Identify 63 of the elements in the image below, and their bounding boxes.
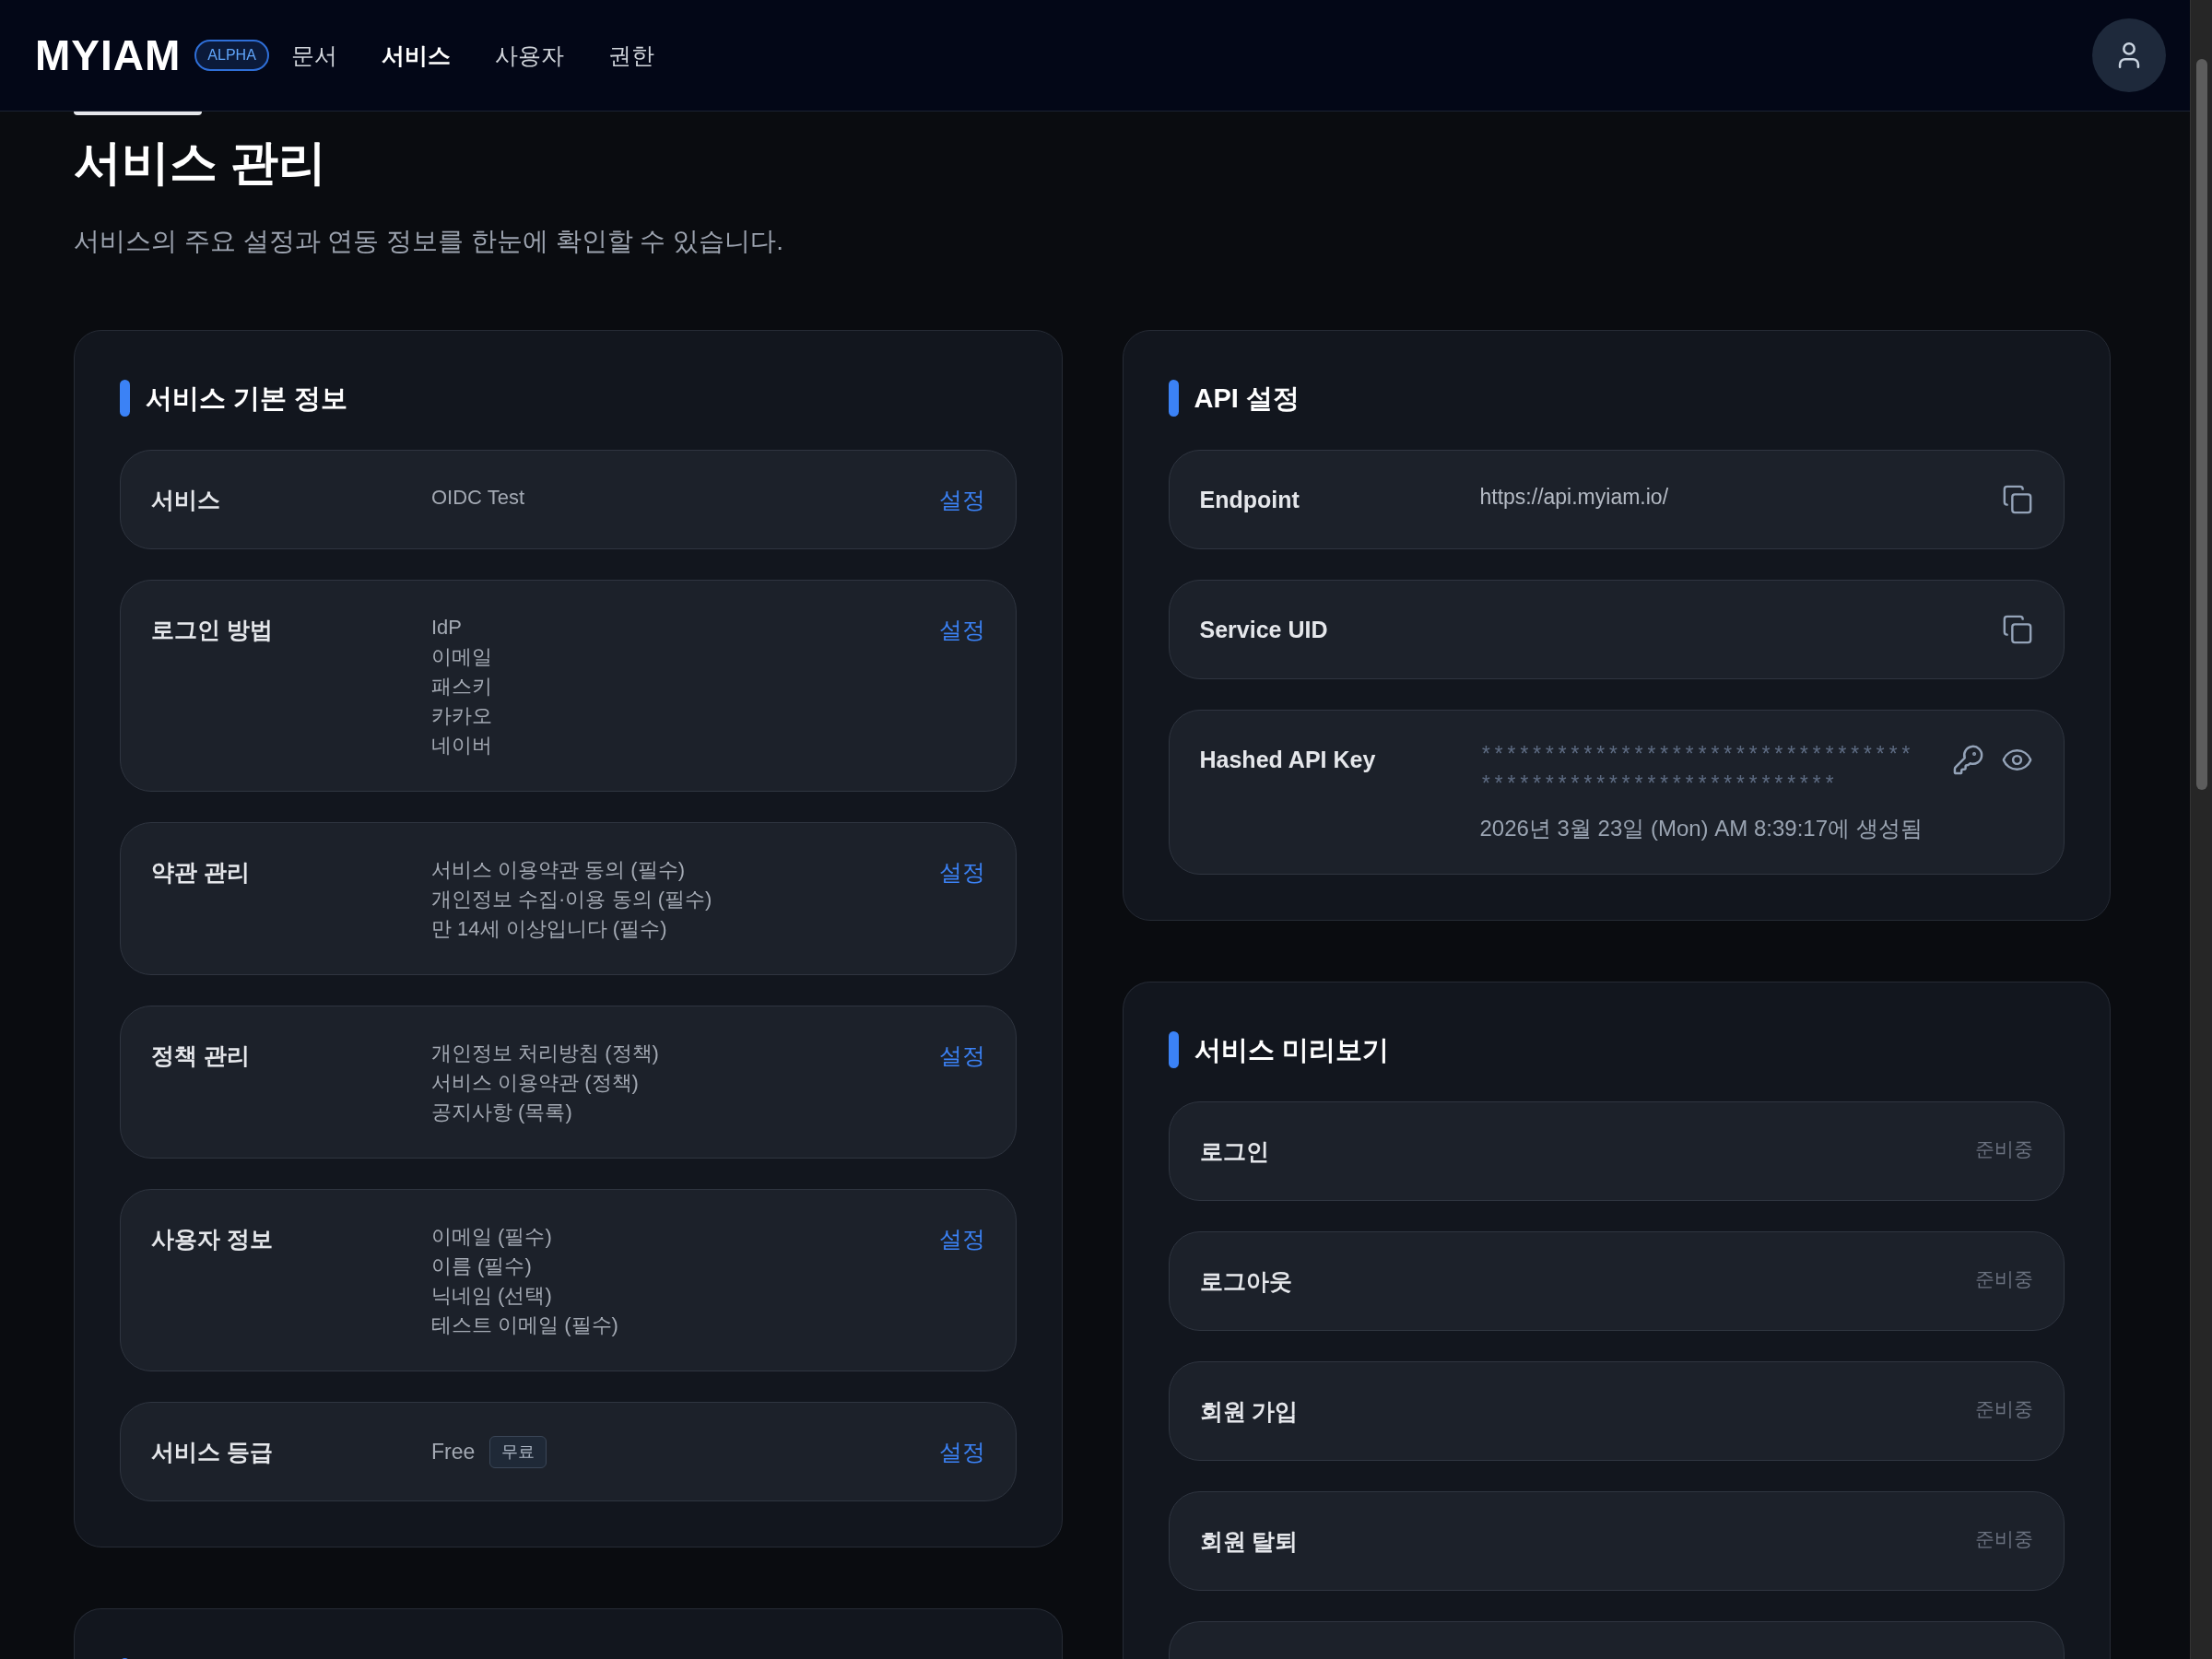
key-icon xyxy=(1952,743,1984,776)
row-label: 회원 탈퇴 xyxy=(1199,1527,1299,1556)
row-value: OIDC Test xyxy=(431,485,525,511)
card-title: 서비스 기본 정보 xyxy=(146,382,348,415)
row-value: IdP xyxy=(431,615,463,641)
row-value: 카카오 xyxy=(431,703,492,729)
row-value: 공지사항 (목록) xyxy=(431,1100,572,1125)
row-value: 개인정보 처리방침 (정책) xyxy=(431,1041,659,1066)
row-label: 회원 가입 xyxy=(1199,1397,1299,1426)
key-button[interactable] xyxy=(1952,743,1984,776)
row-value: 이메일 xyxy=(431,644,492,670)
copy-icon xyxy=(2002,614,2033,645)
settings-link[interactable]: 설정 xyxy=(938,1433,985,1470)
row-label: 사용자 정보 xyxy=(151,1225,273,1253)
logo-link[interactable]: MYIAM xyxy=(35,32,182,78)
accent-bar-icon xyxy=(1168,380,1179,417)
status-text: 준비중 xyxy=(1975,1397,2033,1421)
row-label: Service UID xyxy=(1199,616,1328,644)
card-title: 서비스 미리보기 xyxy=(1194,1034,1389,1066)
row-label: 로그인 xyxy=(1199,1137,1269,1166)
accent-bar-icon xyxy=(120,380,130,417)
page-subtitle: 서비스의 주요 설정과 연동 정보를 한눈에 확인할 수 있습니다. xyxy=(74,226,784,257)
settings-link[interactable]: 설정 xyxy=(938,1037,985,1074)
copy-icon xyxy=(2002,484,2033,515)
created-date: 2026년 3월 23일 (Mon) AM 8:39:17에 생성됨 xyxy=(1479,815,1923,842)
row-value: 만 14세 이상입니다 (필수) xyxy=(431,916,667,942)
row-value: Free xyxy=(431,1439,476,1465)
row-value: 닉네임 (선택) xyxy=(431,1283,552,1309)
settings-link[interactable]: 설정 xyxy=(938,853,985,890)
row-label: 약관 관리 xyxy=(151,858,250,887)
nav-link[interactable]: 문서 xyxy=(290,39,337,72)
row-label: 정책 관리 xyxy=(151,1041,250,1070)
settings-link[interactable]: 설정 xyxy=(938,611,985,648)
row-label: 서비스 xyxy=(151,486,220,514)
row-value: 서비스 이용약관 동의 (필수) xyxy=(431,857,685,883)
status-text: 준비중 xyxy=(1975,1527,2033,1551)
row-value: 이름 (필수) xyxy=(431,1253,532,1279)
row-value: 개인정보 수집·이용 동의 (필수) xyxy=(431,887,712,912)
alpha-badge: ALPHA xyxy=(194,40,269,71)
status-text: 준비중 xyxy=(1975,1137,2033,1161)
nav-link[interactable]: 서비스 xyxy=(381,39,451,72)
settings-link[interactable]: 설정 xyxy=(938,481,985,518)
row-value: 이메일 (필수) xyxy=(431,1224,552,1250)
row-value: 패스키 xyxy=(431,674,492,700)
nav-link[interactable]: 사용자 xyxy=(494,39,564,72)
settings-link[interactable]: 설정 xyxy=(938,1220,985,1257)
row-value: 서비스 이용약관 (정책) xyxy=(431,1070,639,1096)
row-value: https://api.myiam.io/ xyxy=(1479,484,1669,511)
masked-key: ************************************************************** xyxy=(1479,742,1921,801)
row-label: 로그인 방법 xyxy=(151,616,273,644)
page-title: 서비스 관리 xyxy=(74,135,328,191)
row-label: 로그아웃 xyxy=(1199,1267,1292,1296)
row-value: 테스트 이메일 (필수) xyxy=(431,1312,618,1338)
tier-badge: 무료 xyxy=(489,1435,547,1468)
status-text: 준비중 xyxy=(1975,1267,2033,1291)
accent-bar-icon xyxy=(1168,1031,1179,1068)
scrollbar-thumb[interactable] xyxy=(2195,59,2207,790)
nav-link[interactable]: 권한 xyxy=(607,39,654,72)
row-label: 서비스 등급 xyxy=(151,1438,273,1466)
row-label: Hashed API Key xyxy=(1199,746,1376,774)
card-title: API 설정 xyxy=(1194,382,1300,415)
row-label: Endpoint xyxy=(1199,486,1300,514)
row-value: 네이버 xyxy=(431,733,492,759)
